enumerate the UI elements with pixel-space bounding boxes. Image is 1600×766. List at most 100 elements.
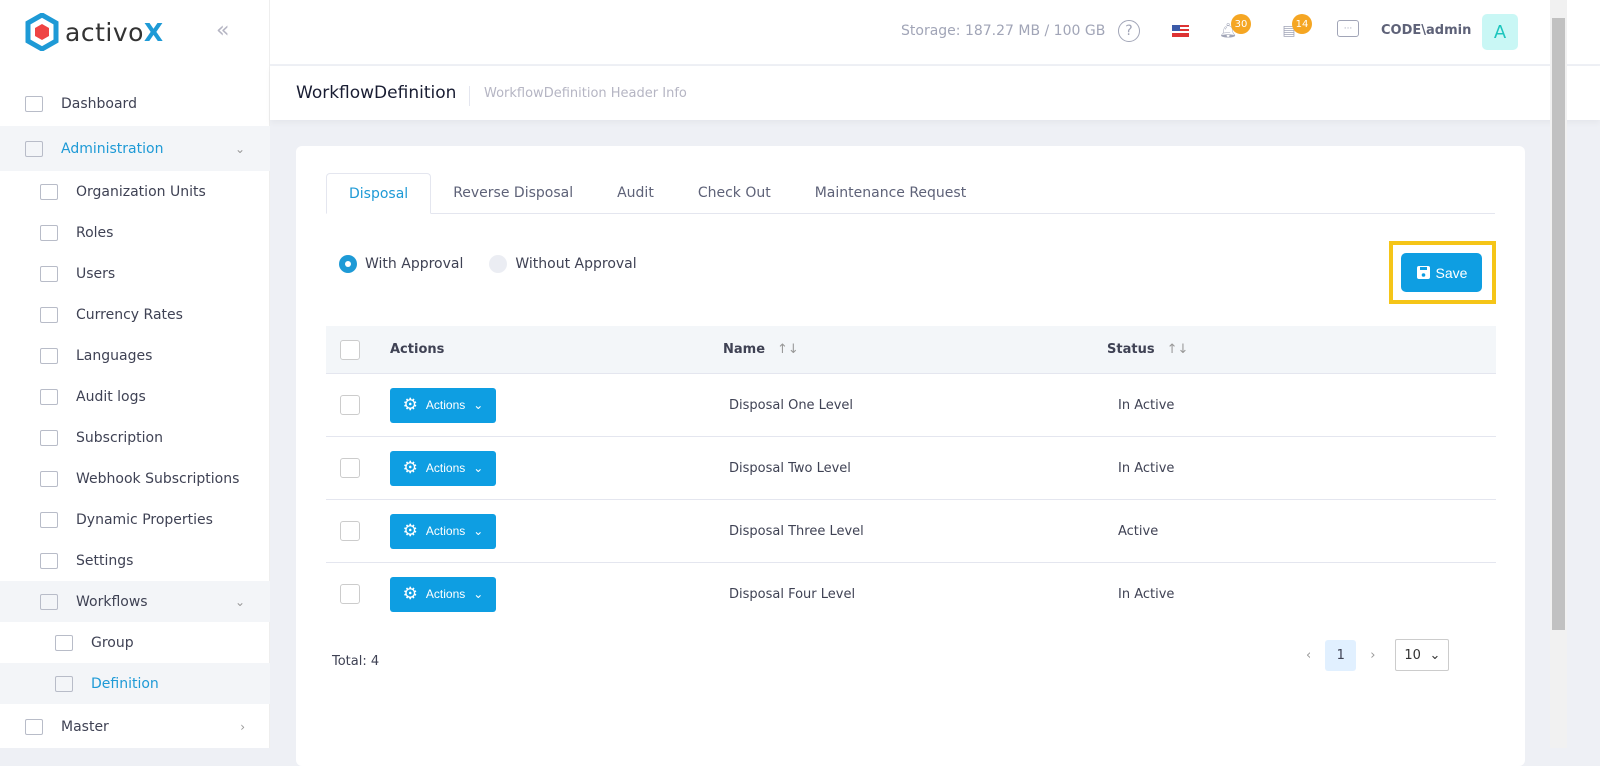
chat-icon[interactable]: ···: [1337, 20, 1359, 37]
page-header-info: WorkflowDefinition Header Info: [469, 86, 687, 106]
sidebar-item-label: Definition: [91, 675, 159, 692]
table-row: ⚙ Actions ⌄ Disposal Three Level Active: [326, 499, 1496, 562]
avatar[interactable]: A: [1482, 14, 1518, 50]
actions-dropdown-button[interactable]: ⚙ Actions ⌄: [390, 450, 496, 486]
sidebar-item-label: Subscription: [76, 429, 163, 446]
page-1-button[interactable]: 1: [1325, 639, 1357, 671]
tab-reverse-disposal[interactable]: Reverse Disposal: [431, 173, 595, 214]
gear-icon: ⚙: [402, 521, 418, 540]
row-name: Disposal Four Level: [729, 586, 856, 602]
sidebar-item-subscription[interactable]: Subscription: [0, 417, 270, 458]
scrollbar-thumb[interactable]: [1552, 18, 1565, 630]
page-scrollbar[interactable]: [1550, 0, 1567, 748]
table-row: ⚙ Actions ⌄ Disposal Two Level In Active: [326, 436, 1496, 499]
subheader: WorkflowDefinition WorkflowDefinition He…: [270, 66, 1600, 120]
page-size-select[interactable]: 10 ⌄: [1395, 639, 1450, 671]
logo[interactable]: activoX: [25, 13, 164, 51]
help-icon[interactable]: ?: [1118, 20, 1140, 42]
sidebar-item-currency-rates[interactable]: Currency Rates: [0, 294, 270, 335]
without-approval-radio[interactable]: Without Approval: [489, 255, 637, 273]
audit-logs-icon: [40, 388, 58, 405]
radio-checked-icon: [339, 255, 357, 273]
header-status[interactable]: Status ↑↓: [1107, 342, 1188, 357]
user-name[interactable]: CODE\admin: [1381, 23, 1471, 38]
sidebar-item-label: Settings: [76, 552, 134, 569]
sidebar-item-settings[interactable]: Settings: [0, 540, 270, 581]
sidebar-item-organization-units[interactable]: Organization Units: [0, 171, 270, 212]
row-checkbox[interactable]: [340, 458, 360, 478]
sidebar-item-label: Administration: [61, 140, 164, 157]
tasks-badge: 14: [1292, 14, 1312, 34]
actions-label: Actions: [425, 524, 466, 538]
sort-icon[interactable]: ↑↓: [1167, 342, 1189, 357]
sidebar-item-workflows[interactable]: Workflows ⌄: [0, 581, 270, 622]
logo-text: activoX: [65, 17, 164, 47]
organization-units-icon: [40, 183, 58, 200]
roles-icon: [40, 224, 58, 241]
sidebar-item-audit-logs[interactable]: Audit logs: [0, 376, 270, 417]
row-status: In Active: [1118, 460, 1175, 476]
table-row: ⚙ Actions ⌄ Disposal Four Level In Active: [326, 562, 1496, 625]
total-count: Total: 4: [332, 654, 380, 669]
actions-label: Actions: [425, 587, 466, 601]
with-approval-radio[interactable]: With Approval: [339, 255, 463, 273]
row-checkbox[interactable]: [340, 584, 360, 604]
workflow-card: Disposal Reverse Disposal Audit Check Out Ma…: [296, 146, 1525, 766]
sidebar-item-label: Currency Rates: [76, 306, 183, 323]
save-button[interactable]: Save: [1401, 253, 1482, 292]
tab-audit[interactable]: Audit: [595, 173, 676, 214]
chevron-down-icon: ⌄: [473, 461, 484, 475]
tasks-icon[interactable]: ▤ 14: [1278, 14, 1312, 42]
tab-maintenance-request[interactable]: Maintenance Request: [793, 173, 988, 214]
row-name: Disposal Three Level: [729, 523, 864, 539]
sidebar-item-master[interactable]: Master ›: [0, 704, 270, 749]
notifications-badge: 30: [1231, 14, 1251, 34]
webhook-subscriptions-icon: [40, 470, 58, 487]
storage-usage: Storage: 187.27 MB / 100 GB: [901, 23, 1106, 39]
select-all-checkbox[interactable]: [340, 339, 360, 360]
sidebar-item-roles[interactable]: Roles: [0, 212, 270, 253]
sidebar-nav: Dashboard Administration ⌄ Organization Uni…: [0, 81, 270, 749]
actions-dropdown-button[interactable]: ⚙ Actions ⌄: [390, 387, 496, 423]
us-flag-icon[interactable]: [1169, 20, 1191, 42]
sort-icon[interactable]: ↑↓: [777, 342, 799, 357]
actions-dropdown-button[interactable]: ⚙ Actions ⌄: [390, 513, 496, 549]
sidebar-item-label: Organization Units: [76, 183, 206, 200]
sidebar-item-webhook-subscriptions[interactable]: Webhook Subscriptions: [0, 458, 270, 499]
sidebar-item-dashboard[interactable]: Dashboard: [0, 81, 270, 126]
logo-hexagon-icon: [25, 13, 59, 51]
collapse-sidebar-icon[interactable]: «: [216, 18, 229, 43]
gear-icon: ⚙: [402, 458, 418, 477]
sidebar-item-label: Group: [91, 634, 134, 651]
sidebar-item-label: Languages: [76, 347, 153, 364]
tab-check-out[interactable]: Check Out: [676, 173, 793, 214]
tab-disposal[interactable]: Disposal: [326, 173, 432, 214]
prev-page-icon[interactable]: ‹: [1306, 648, 1311, 663]
sidebar: activoX « Dashboard Administration ⌄ Organi…: [0, 0, 270, 748]
sidebar-item-administration[interactable]: Administration ⌄: [0, 126, 270, 171]
next-page-icon[interactable]: ›: [1370, 648, 1375, 663]
sidebar-item-definition[interactable]: Definition: [0, 663, 270, 704]
chevron-down-icon: ⌄: [1429, 647, 1441, 663]
sidebar-item-languages[interactable]: Languages: [0, 335, 270, 376]
sidebar-item-users[interactable]: Users: [0, 253, 270, 294]
notifications-bell-icon[interactable]: 🔔︎ 30: [1217, 14, 1251, 42]
pagination: ‹ 1 › 10 ⌄: [1306, 639, 1450, 671]
without-approval-label: Without Approval: [515, 256, 637, 272]
chevron-down-icon: ⌄: [234, 594, 245, 609]
radio-unchecked-icon: [489, 255, 508, 273]
sidebar-item-label: Webhook Subscriptions: [76, 470, 240, 487]
gear-icon: ⚙: [402, 395, 418, 414]
row-checkbox[interactable]: [340, 395, 360, 415]
row-checkbox[interactable]: [340, 521, 360, 541]
actions-dropdown-button[interactable]: ⚙ Actions ⌄: [390, 576, 496, 612]
header-name[interactable]: Name ↑↓: [723, 342, 799, 357]
sidebar-item-dynamic-properties[interactable]: Dynamic Properties: [0, 499, 270, 540]
administration-icon: [25, 140, 43, 157]
chevron-down-icon: ⌄: [473, 524, 484, 538]
row-status: In Active: [1118, 397, 1175, 413]
row-name: Disposal One Level: [729, 397, 854, 413]
sidebar-item-group[interactable]: Group: [0, 622, 270, 663]
topbar: Storage: 187.27 MB / 100 GB ? 🔔︎ 30 ▤ 14 ·…: [270, 0, 1600, 65]
dynamic-properties-icon: [40, 511, 58, 528]
